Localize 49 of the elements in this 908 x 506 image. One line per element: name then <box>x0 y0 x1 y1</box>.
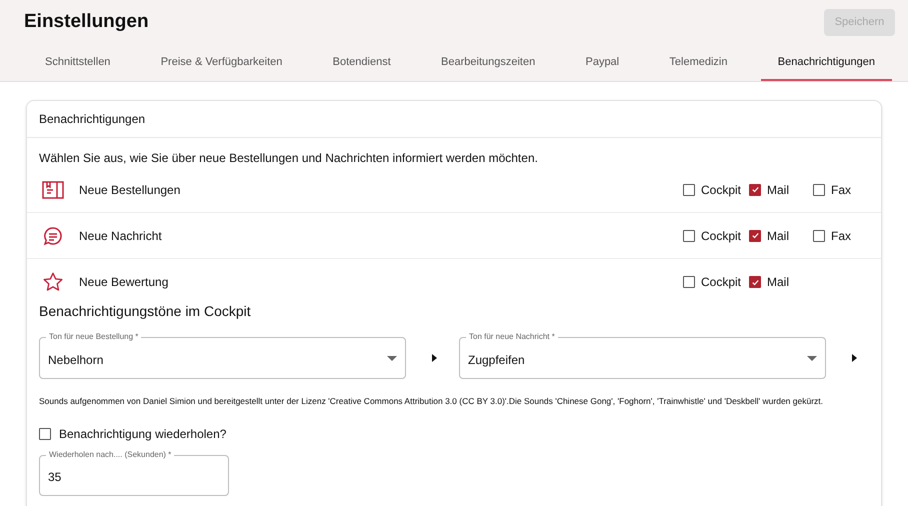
field-value: 35 <box>48 468 62 486</box>
tab[interactable]: Schnittstellen <box>28 45 128 81</box>
tab[interactable]: Bearbeitungszeiten <box>424 45 552 81</box>
tab[interactable]: Telemedizin <box>652 45 744 81</box>
tab[interactable]: Preise & Verfügbarkeiten <box>144 45 300 81</box>
checkmark-icon <box>750 185 760 194</box>
option-label: Mail <box>767 274 790 291</box>
checkbox[interactable] <box>749 184 761 196</box>
row-label: Neue Bestellungen <box>79 182 182 198</box>
checkbox[interactable] <box>813 230 825 242</box>
tab[interactable]: Botendienst <box>316 45 408 81</box>
section-heading: Benachrichtigungstöne im Cockpit <box>39 302 252 321</box>
page-title: Einstellungen <box>24 10 149 34</box>
checkbox[interactable] <box>749 230 761 242</box>
credits-text: Sounds aufgenommen von Daniel Simion und bereitgestellt unter der Lizenz 'Creative Commons Attribution 3.0 (CC BY 3.0)'.Die Sounds 'Chinese Gong', 'Foghorn', 'Trainwhistle' und 'Deskbell' wurden gekürzt. <box>39 395 824 408</box>
select-value: Zugpfeifen <box>468 352 525 368</box>
dropdown-caret-icon <box>387 356 397 360</box>
checkbox[interactable] <box>683 184 695 196</box>
checkbox[interactable] <box>39 428 51 440</box>
checkmark-icon <box>750 278 760 286</box>
play-icon[interactable] <box>852 354 857 362</box>
intro-text: Wählen Sie aus, wie Sie über neue Bestellungen und Nachrichten informiert werden möchten. <box>39 150 539 167</box>
option-label: Mail <box>767 228 790 244</box>
checkbox[interactable] <box>749 276 761 288</box>
checkbox-label: Benachrichtigung wiederholen? <box>59 426 226 443</box>
chat-bubble-icon <box>43 226 63 246</box>
checkbox[interactable] <box>683 276 695 288</box>
tab[interactable]: Paypal <box>568 45 636 81</box>
card-title: Benachrichtigungen <box>39 111 146 128</box>
book-icon <box>42 180 64 198</box>
option-label: Mail <box>767 182 790 198</box>
option-label: Fax <box>831 182 852 198</box>
option-label: Cockpit <box>701 228 742 244</box>
option-label: Cockpit <box>701 182 742 198</box>
field-label: Wiederholen nach.... (Sekunden) * <box>46 450 174 460</box>
select-value: Nebelhorn <box>48 352 104 368</box>
checkmark-icon <box>750 231 760 240</box>
row-label: Neue Bewertung <box>79 274 170 291</box>
tab[interactable]: Benachrichtigungen <box>760 45 892 81</box>
select-label: Ton für neue Bestellung * <box>46 332 142 342</box>
star-icon <box>42 271 64 293</box>
play-icon[interactable] <box>432 354 437 362</box>
dropdown-caret-icon <box>807 356 817 360</box>
option-label: Fax <box>831 228 852 244</box>
checkbox[interactable] <box>683 230 695 242</box>
row-label: Neue Nachricht <box>79 228 163 244</box>
checkbox[interactable] <box>813 184 825 196</box>
option-label: Cockpit <box>701 274 742 291</box>
select-label: Ton für neue Nachricht * <box>466 332 558 342</box>
